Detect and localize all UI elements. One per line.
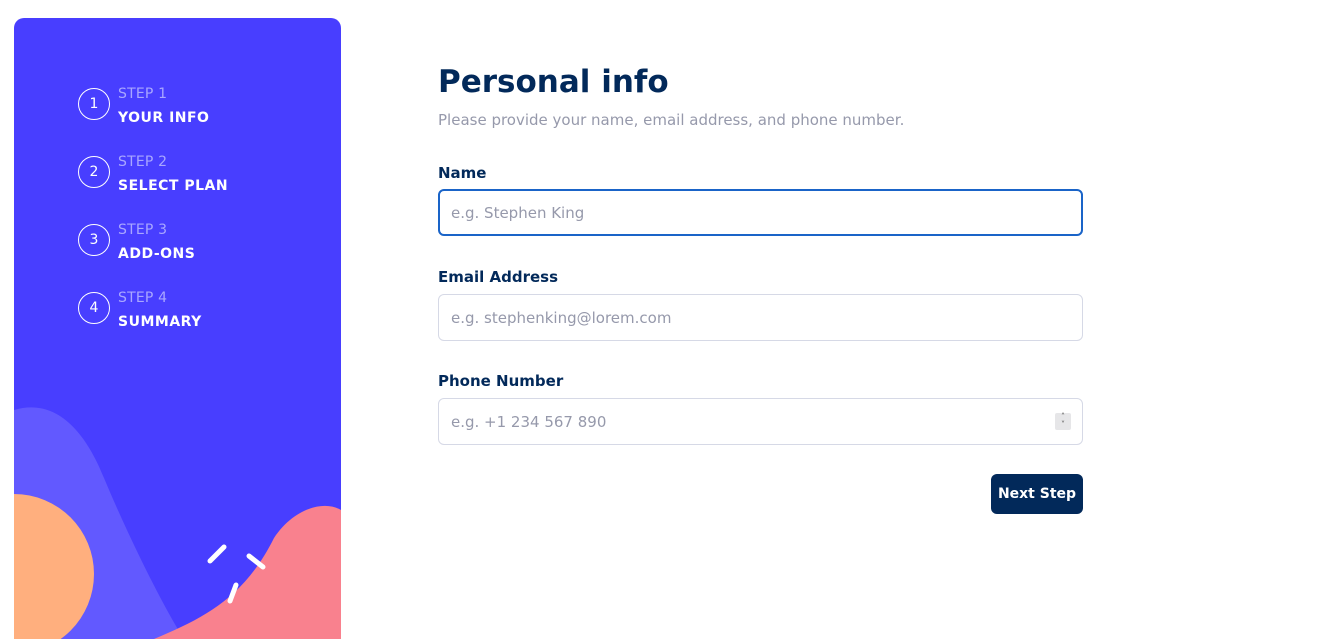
phone-input[interactable] xyxy=(438,398,1083,445)
name-label: Name xyxy=(438,164,487,182)
step-text-2: STEP 2 SELECT PLAN xyxy=(118,154,228,194)
step-title: YOUR INFO xyxy=(118,110,210,126)
phone-label: Phone Number xyxy=(438,372,564,390)
step-text-1: STEP 1 YOUR INFO xyxy=(118,86,209,126)
sidebar-pink-blob xyxy=(154,505,341,639)
step-text-3: STEP 3 ADD-ONS xyxy=(118,222,195,262)
phone-field-wrapper: ˄˅ xyxy=(438,398,1083,445)
step-number-2[interactable]: 2 xyxy=(78,156,110,188)
step-number-1[interactable]: 1 xyxy=(78,88,110,120)
next-step-button[interactable]: Next Step xyxy=(991,474,1083,514)
sidebar: 1 STEP 1 YOUR INFO 2 STEP 2 SELECT PLAN … xyxy=(14,18,341,639)
step-title: SELECT PLAN xyxy=(118,178,229,194)
page-subtitle: Please provide your name, email address,… xyxy=(438,111,905,129)
step-label: STEP 4 xyxy=(118,290,168,306)
page-title: Personal info xyxy=(438,64,669,100)
step-number-4[interactable]: 4 xyxy=(78,292,110,324)
step-title: ADD-ONS xyxy=(118,246,196,262)
email-label: Email Address xyxy=(438,268,559,286)
personal-info-form: Personal info Please provide your name, … xyxy=(438,60,1083,514)
step-number-3[interactable]: 3 xyxy=(78,224,110,256)
step-label: STEP 1 xyxy=(118,86,168,102)
step-text-4: STEP 4 SUMMARY xyxy=(118,290,202,330)
phone-spinner-icon[interactable]: ˄ ˅ xyxy=(1055,413,1071,430)
step-title: SUMMARY xyxy=(118,314,202,330)
step-label: STEP 3 xyxy=(118,222,168,238)
email-input[interactable] xyxy=(438,294,1083,341)
name-input[interactable] xyxy=(438,189,1083,236)
sidebar-sparkle-line-1 xyxy=(207,544,227,564)
step-label: STEP 2 xyxy=(118,154,168,170)
